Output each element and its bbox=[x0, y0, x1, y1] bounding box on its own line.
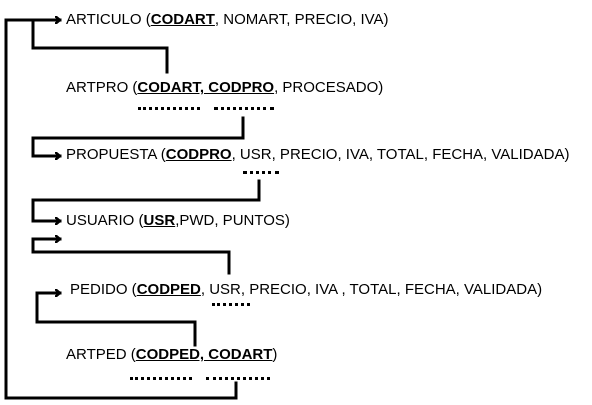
fk-marker-propuesta-usr bbox=[243, 171, 279, 174]
fk-line-pedido-usr-usuario bbox=[31, 239, 231, 275]
relation-propuesta: PROPUESTA (CODPRO, USR, PRECIO, IVA, TOT… bbox=[66, 146, 570, 163]
primary-key: CODART, CODPRO bbox=[137, 79, 275, 96]
primary-key: CODPED, CODART bbox=[135, 346, 273, 363]
fk-marker-artpro-codpro bbox=[214, 107, 274, 110]
relational-schema-diagram bbox=[4, 0, 261, 400]
fk-line-artped-codped-pedido bbox=[35, 293, 197, 347]
relation-artpro: ARTPRO (CODART, CODPRO, PROCESADO) bbox=[66, 79, 384, 96]
fk-marker-pedido-usr bbox=[212, 303, 250, 306]
relation-articulo: ARTICULO (CODART, NOMART, PRECIO, IVA) bbox=[66, 11, 389, 28]
primary-key: CODPRO bbox=[165, 146, 232, 163]
relation-artped: ARTPED (CODPED, CODART) bbox=[66, 346, 278, 363]
relation-pedido: PEDIDO (CODPED, USR, PRECIO, IVA , TOTAL… bbox=[70, 281, 543, 298]
fk-marker-artpro-codart bbox=[138, 107, 200, 110]
fk-marker-artped-codart bbox=[206, 377, 270, 380]
primary-key: USR bbox=[143, 212, 176, 229]
primary-key: CODART bbox=[150, 11, 215, 28]
primary-key: CODPED bbox=[136, 281, 201, 298]
fk-line-artped-codart-articulo bbox=[4, 20, 238, 400]
fk-marker-artped-codped bbox=[130, 377, 192, 380]
relation-usuario: USUARIO (USR,PWD, PUNTOS) bbox=[66, 212, 290, 229]
